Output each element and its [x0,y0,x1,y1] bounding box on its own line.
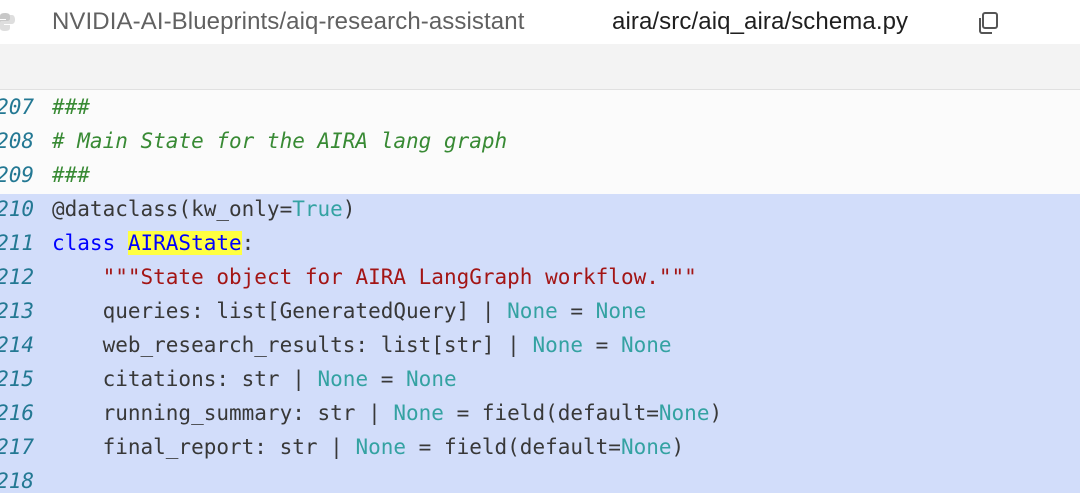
code-line[interactable]: 210 @dataclass(kw_only=True) [0,192,1080,226]
code-token: ) [709,401,723,425]
code-token: None [658,401,710,425]
code-text: """State object for AIRA LangGraph workf… [52,260,697,294]
line-number: 208 [0,129,34,153]
line-number: 214 [0,333,34,357]
code-token: None [532,333,584,357]
code-line[interactable]: 211 class AIRAState: [0,226,1080,260]
code-token: running_summary: str | [52,401,394,425]
code-token: ### [52,163,90,187]
code-token: = [368,367,407,391]
code-line[interactable]: 217 final_report: str | None = field(def… [0,430,1080,464]
python-icon [0,13,15,31]
search-match-highlight: AIRAState [127,231,242,255]
code-line[interactable]: 207 ### [0,90,1080,124]
line-number: 212 [0,265,34,289]
code-line[interactable]: 216 running_summary: str | None = field(… [0,396,1080,430]
code-token: None [507,299,558,323]
code-token: """State object for AIRA LangGraph workf… [102,265,697,289]
code-token: citations: str | [52,367,318,391]
code-token: None [595,299,647,323]
copy-icon[interactable] [975,10,1001,36]
code-token: final_report: str | [52,435,356,459]
code-line[interactable]: 214 web_research_results: list[str] | No… [0,328,1080,362]
line-number: 210 [0,197,34,221]
code-token: @dataclass(kw_only= [52,197,293,221]
code-token: ) [342,197,356,221]
code-token: # Main State for the AIRA lang graph [52,129,508,153]
code-line[interactable]: 213 queries: list[GeneratedQuery] | None… [0,294,1080,328]
code-token: class [52,231,128,255]
line-number: 213 [0,299,34,323]
code-token: = field(default= [406,435,621,459]
code-token: None [317,367,369,391]
line-number: 215 [0,367,34,391]
code-line[interactable]: 215 citations: str | None = None [0,362,1080,396]
code-token: : [241,231,255,255]
code-text: citations: str | None = None [52,362,457,396]
code-token: queries: list[GeneratedQuery] | [52,299,508,323]
code-text: queries: list[GeneratedQuery] | None = N… [52,294,647,328]
code-editor[interactable]: 207 ### 208 # Main State for the AIRA lang … [0,90,1080,493]
code-line[interactable]: 209 ### [0,158,1080,192]
code-text: @dataclass(kw_only=True) [52,192,355,226]
code-text: class AIRAState: [52,226,254,260]
code-token: None [406,367,457,391]
code-token: None [620,333,672,357]
breadcrumb-bar [0,44,1080,90]
code-text: running_summary: str | None = field(defa… [52,396,723,430]
code-token: True [292,197,343,221]
code-token: = [557,299,596,323]
code-text: # Main State for the AIRA lang graph [52,124,507,158]
code-token: web_research_results: list[str] | [52,333,533,357]
code-text: ### [52,158,90,192]
code-token: None [393,401,444,425]
line-number: 207 [0,95,34,119]
file-header: NVIDIA-AI-Blueprints/aiq-research-assist… [0,0,1080,44]
code-token: None [355,435,407,459]
line-number: 216 [0,401,34,425]
line-number: 211 [0,231,34,255]
code-text: final_report: str | None = field(default… [52,430,685,464]
code-token: ### [52,95,90,119]
code-token: None [620,435,672,459]
line-number: 209 [0,163,34,187]
code-token: = [583,333,621,357]
code-line[interactable]: 212 """State object for AIRA LangGraph w… [0,260,1080,294]
file-path: aira/src/aiq_aira/schema.py [612,8,909,35]
line-number: 217 [0,435,34,459]
code-line[interactable]: 208 # Main State for the AIRA lang graph [0,124,1080,158]
code-text: web_research_results: list[str] | None =… [52,328,672,362]
code-token: = field(default= [443,401,659,425]
code-text: ### [52,90,90,124]
code-token: ) [671,435,685,459]
repo-name[interactable]: NVIDIA-AI-Blueprints/aiq-research-assist… [52,8,524,36]
